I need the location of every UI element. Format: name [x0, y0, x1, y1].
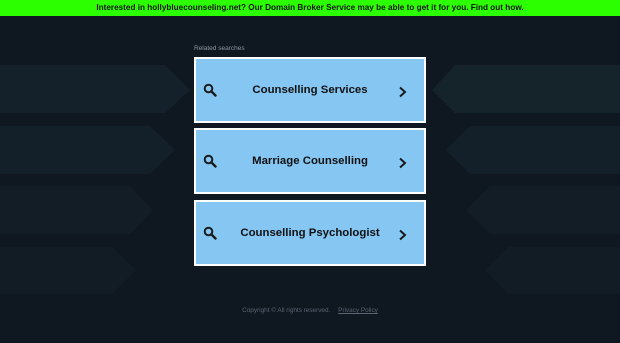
domain-broker-banner[interactable]: Interested in hollybluecounseling.net? O… [0, 0, 620, 16]
chevron-right-icon [399, 86, 407, 98]
search-icon [203, 83, 217, 97]
related-search-label: Counselling Services [252, 84, 368, 96]
copyright-text: Copyright © All rights reserved. [242, 307, 331, 314]
search-icon [203, 226, 217, 240]
related-search-marriage-counselling[interactable]: Marriage Counselling [194, 128, 426, 194]
related-search-counselling-psychologist[interactable]: Counselling Psychologist [194, 200, 426, 266]
related-search-counselling-services[interactable]: Counselling Services [194, 57, 426, 123]
chevron-right-icon [399, 157, 407, 169]
search-icon [203, 154, 217, 168]
privacy-policy-link[interactable]: Privacy Policy [338, 307, 378, 314]
related-search-label: Counselling Psychologist [240, 227, 380, 239]
chevron-right-icon [399, 229, 407, 241]
footer: Copyright © All rights reserved. Privacy… [0, 307, 620, 314]
related-searches-label: Related searches [194, 45, 245, 52]
related-search-label: Marriage Counselling [252, 155, 368, 167]
